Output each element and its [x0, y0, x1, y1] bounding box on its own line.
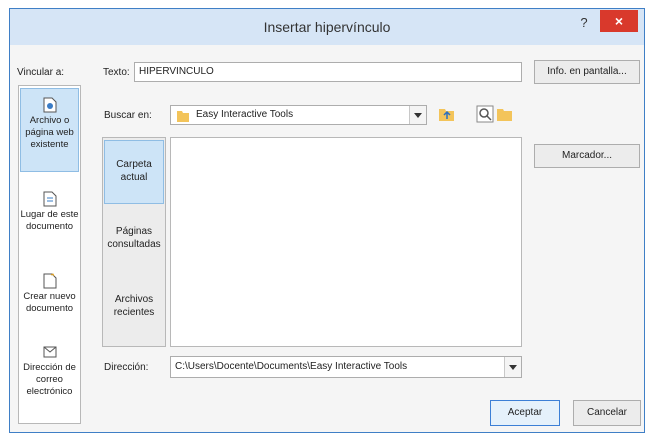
file-globe-icon	[43, 97, 56, 113]
folder-icon	[177, 111, 189, 122]
bookmark-button[interactable]: Marcador...	[534, 144, 640, 168]
nav-current-folder[interactable]: Carpeta actual	[104, 140, 164, 204]
look-in-label: Buscar en:	[104, 110, 152, 121]
link-item-label: Archivo o	[29, 115, 70, 126]
nav-item-label: Archivos	[114, 294, 154, 305]
address-label: Dirección:	[104, 362, 149, 373]
nav-item-label: consultadas	[107, 239, 161, 250]
nav-item-label: Páginas	[115, 226, 153, 237]
link-item-label: Dirección de	[23, 362, 76, 373]
screentip-button[interactable]: Info. en pantalla...	[534, 60, 640, 84]
nav-item-label: actual	[120, 172, 148, 183]
nav-item-label: recientes	[113, 307, 155, 318]
link-to-panel: Archivo o página web existente Lugar de …	[18, 85, 81, 424]
link-place-in-document[interactable]: Lugar de este documento	[20, 191, 79, 233]
look-in-value: Easy Interactive Tools	[196, 109, 294, 120]
chevron-down-icon[interactable]	[409, 106, 426, 124]
link-item-label: correo	[36, 374, 63, 385]
new-document-icon	[43, 273, 56, 289]
cancel-button[interactable]: Cancelar	[573, 400, 641, 426]
close-button[interactable]: ×	[600, 10, 638, 32]
chevron-down-icon[interactable]	[504, 357, 521, 377]
dialog-title: Insertar hipervínculo	[263, 19, 391, 35]
link-email-address[interactable]: Dirección de correo electrónico	[20, 344, 79, 398]
link-item-label: documento	[25, 303, 73, 314]
address-value: C:\Users\Docente\Documents\Easy Interact…	[175, 361, 408, 372]
link-item-label: página web	[25, 127, 74, 138]
browse-file-icon[interactable]	[496, 105, 514, 123]
link-item-label: Lugar de este	[20, 209, 79, 220]
title-bar[interactable]: Insertar hipervínculo ? ×	[10, 9, 644, 45]
link-item-label: electrónico	[26, 386, 73, 397]
look-in-dropdown[interactable]: Easy Interactive Tools	[170, 105, 427, 125]
help-button[interactable]: ?	[574, 13, 594, 33]
ok-button[interactable]: Aceptar	[490, 400, 560, 426]
text-label: Texto:	[103, 67, 130, 78]
insert-hyperlink-dialog: Insertar hipervínculo ? × Vincular a: Ar…	[9, 8, 645, 433]
file-list[interactable]	[170, 137, 522, 347]
link-to-label: Vincular a:	[17, 67, 65, 78]
link-item-label: existente	[30, 139, 69, 150]
nav-item-label: Carpeta	[116, 159, 152, 170]
link-item-label: documento	[25, 221, 73, 232]
link-existing-file-or-page[interactable]: Archivo o página web existente	[20, 88, 79, 172]
nav-recent-files[interactable]: Archivos recientes	[103, 293, 165, 319]
link-create-new-document[interactable]: Crear nuevo documento	[20, 273, 79, 315]
text-to-display-input[interactable]: HIPERVINCULO	[134, 62, 522, 82]
nav-browsed-pages[interactable]: Páginas consultadas	[103, 225, 165, 251]
browse-web-icon[interactable]	[476, 105, 494, 123]
up-one-folder-icon[interactable]	[438, 105, 456, 123]
browse-nav-panel: Carpeta actual Páginas consultadas Archi…	[102, 137, 166, 347]
address-combobox[interactable]: C:\Users\Docente\Documents\Easy Interact…	[170, 356, 522, 378]
link-item-label: Crear nuevo	[23, 291, 76, 302]
document-bookmark-icon	[43, 191, 56, 207]
email-icon	[43, 346, 56, 358]
